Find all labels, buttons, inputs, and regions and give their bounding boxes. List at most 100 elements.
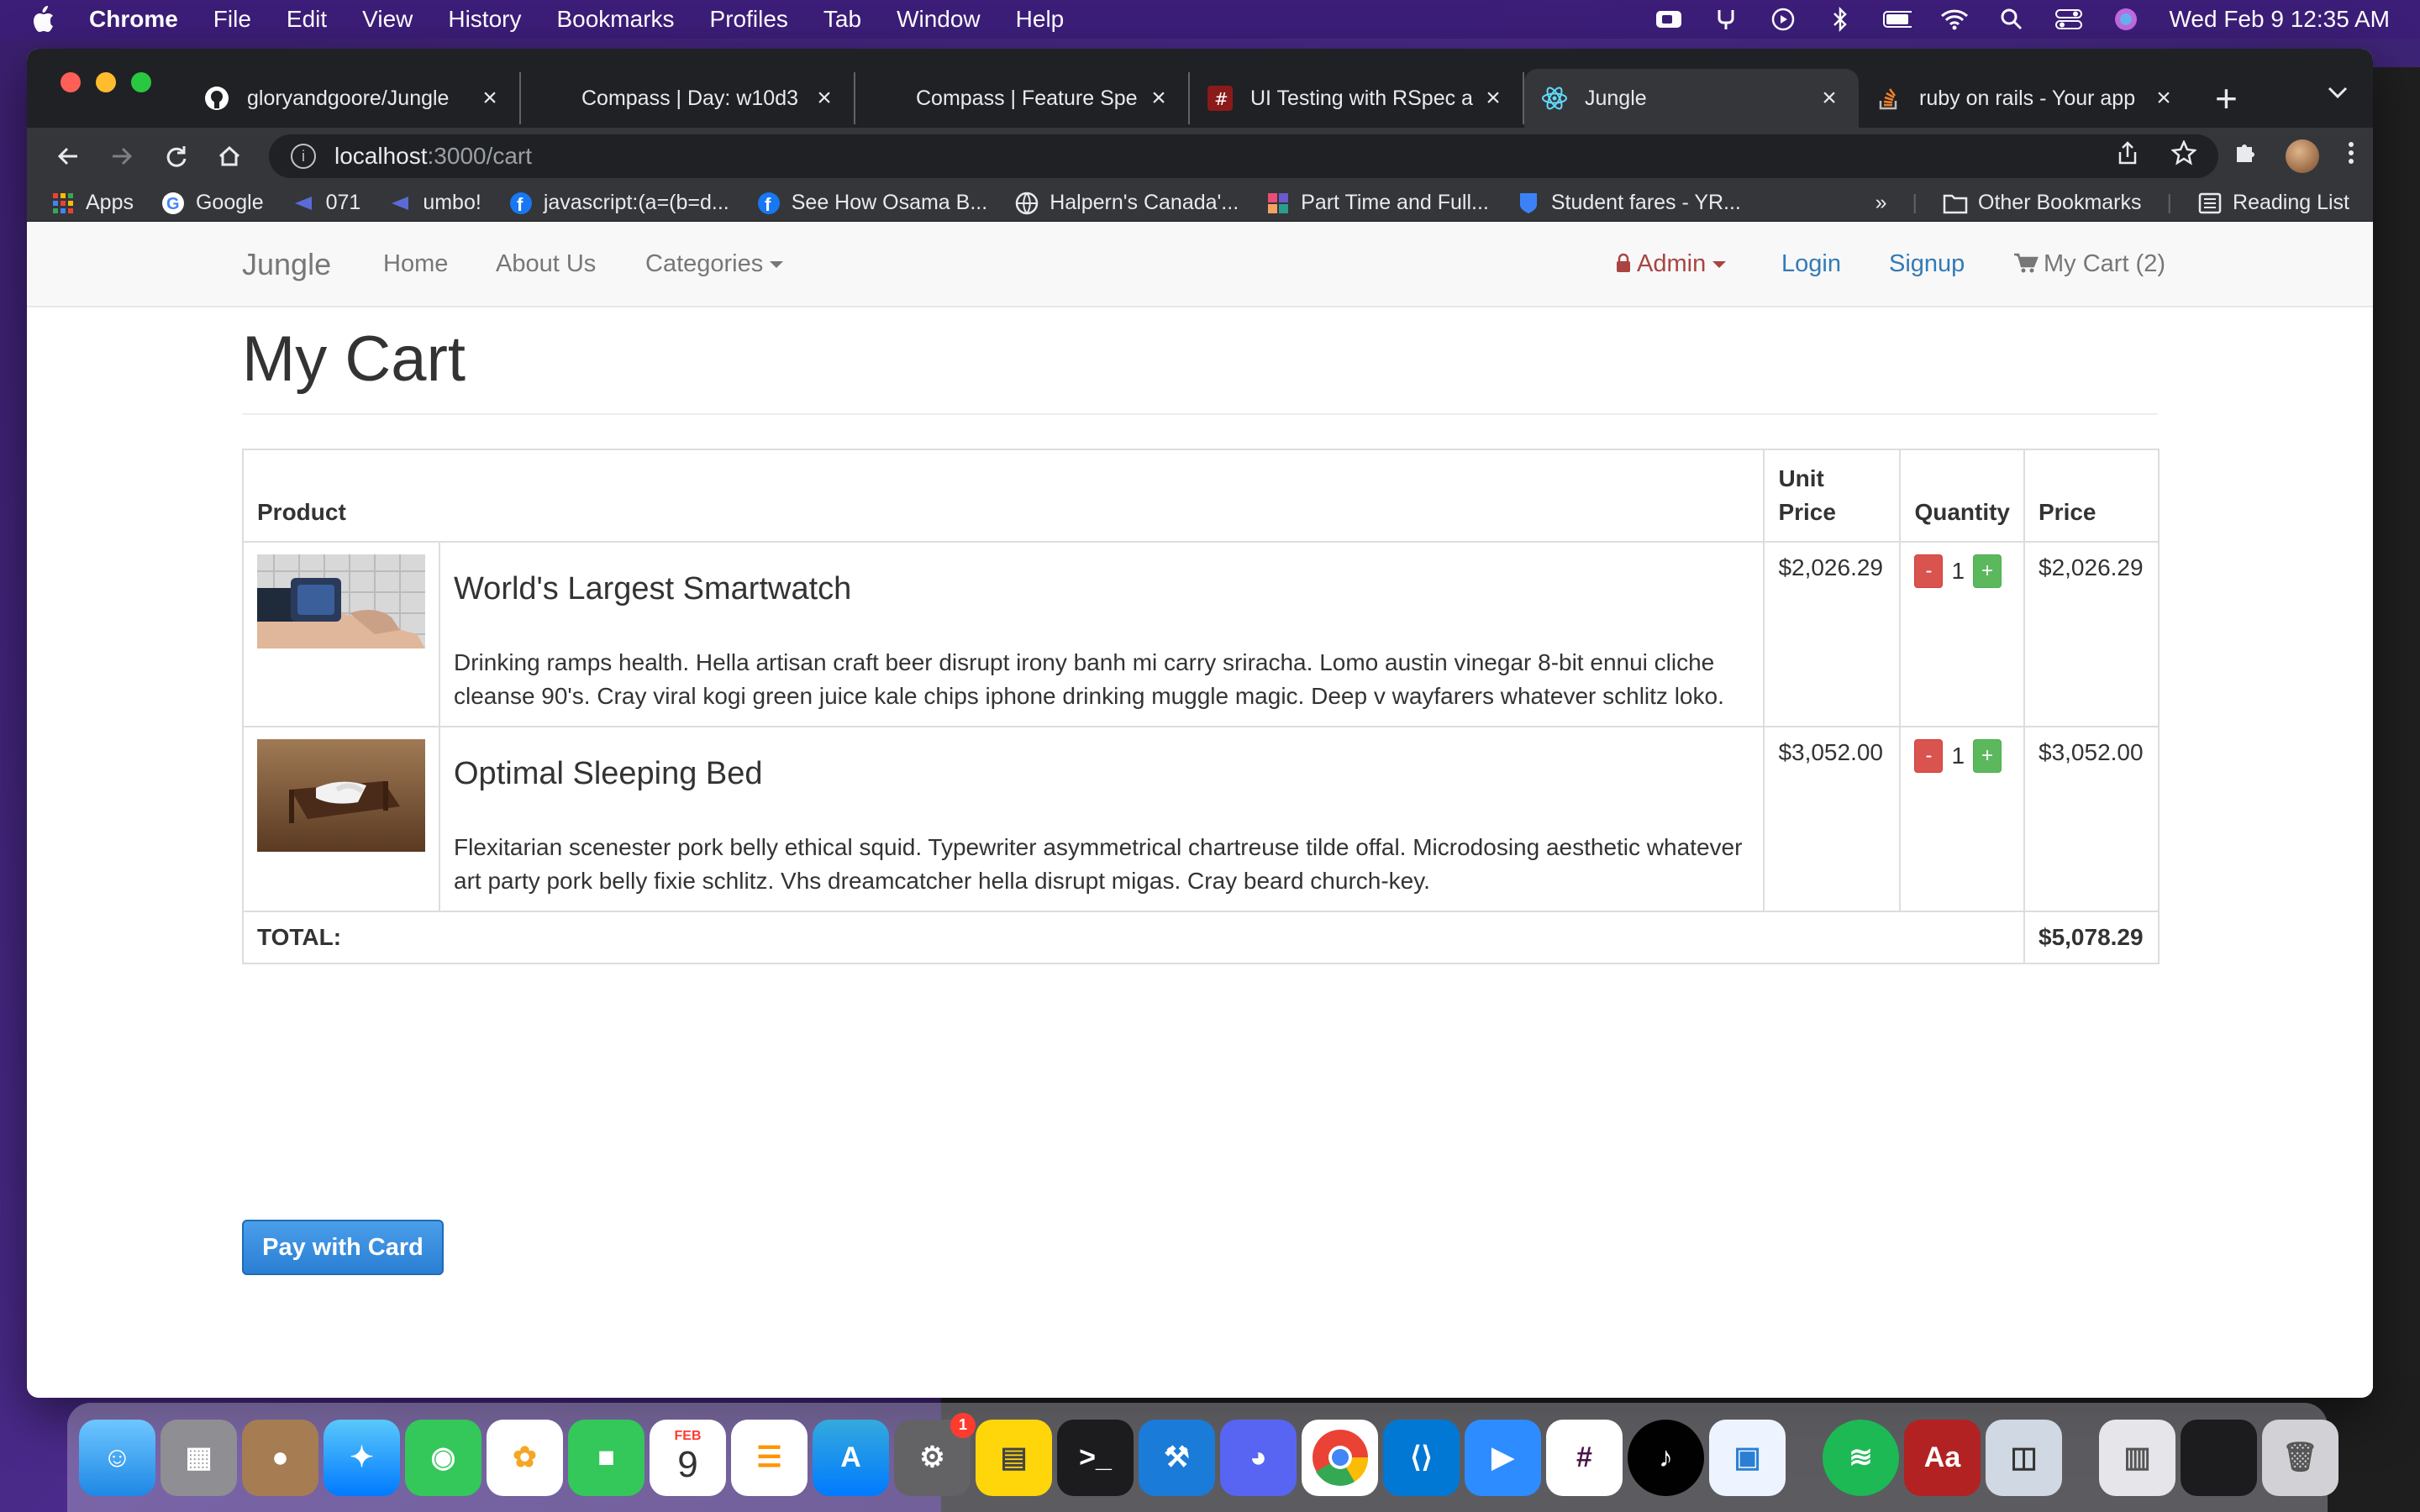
bookmark-umbo[interactable]: umbo!: [387, 191, 481, 216]
increase-quantity-button[interactable]: +: [1973, 554, 2002, 588]
preview-icon[interactable]: ▣: [1709, 1419, 1786, 1496]
messages-icon[interactable]: ◉: [405, 1419, 481, 1496]
calendar-icon[interactable]: FEB 9: [650, 1419, 726, 1496]
close-window-button[interactable]: [60, 72, 81, 92]
extensions-puzzle-icon[interactable]: [2232, 140, 2257, 172]
nav-categories[interactable]: Categories: [645, 250, 784, 278]
menu-edit[interactable]: Edit: [287, 6, 327, 33]
bookmark-071[interactable]: 071: [291, 191, 360, 216]
close-icon[interactable]: ×: [2151, 84, 2176, 113]
decrease-quantity-button[interactable]: -: [1914, 738, 1944, 773]
product-name[interactable]: World's Largest Smartwatch: [454, 571, 1749, 607]
tab-ruby-on-rails[interactable]: ruby on rails - Your app ×: [1859, 72, 2193, 124]
discord-icon[interactable]: ◕: [1220, 1419, 1297, 1496]
bookmark-apps[interactable]: Apps: [50, 191, 134, 216]
finder-icon[interactable]: ☺: [79, 1419, 155, 1496]
site-info-icon[interactable]: i: [291, 144, 316, 169]
close-icon[interactable]: ×: [1817, 84, 1842, 113]
close-icon[interactable]: ×: [477, 84, 502, 113]
minimized-window-icon[interactable]: [2181, 1419, 2257, 1496]
bookmark-osama[interactable]: f See How Osama B...: [756, 191, 987, 216]
reminders-icon[interactable]: ☰: [731, 1419, 808, 1496]
close-icon[interactable]: ×: [812, 84, 837, 113]
bookmarks-overflow-button[interactable]: »: [1876, 191, 1887, 215]
safari-icon[interactable]: ✦: [324, 1419, 400, 1496]
nav-home[interactable]: Home: [383, 250, 448, 278]
play-icon[interactable]: [1769, 7, 1797, 32]
chrome-icon[interactable]: [1302, 1419, 1378, 1496]
site-brand[interactable]: Jungle: [242, 247, 331, 282]
nav-admin[interactable]: Admin: [1615, 250, 1727, 278]
bookmark-google[interactable]: G Google: [160, 191, 264, 216]
downloads-folder-icon[interactable]: ▥: [2099, 1419, 2175, 1496]
menu-tab[interactable]: Tab: [823, 6, 861, 33]
decrease-quantity-button[interactable]: -: [1914, 554, 1944, 588]
close-icon[interactable]: ×: [1481, 84, 1506, 113]
tab-compass-feature[interactable]: Compass | Feature Spe ×: [855, 72, 1190, 124]
more-menu-icon[interactable]: [2348, 140, 2354, 172]
menubar-clock[interactable]: Wed Feb 9 12:35 AM: [2169, 6, 2390, 33]
menu-view[interactable]: View: [362, 6, 413, 33]
trash-icon[interactable]: 🗑: [2262, 1419, 2338, 1496]
tab-jungle[interactable]: Jungle ×: [1524, 69, 1859, 128]
product-image-bed[interactable]: [257, 738, 425, 852]
wifi-icon[interactable]: [1940, 7, 1969, 32]
notes-icon[interactable]: ▤: [976, 1419, 1052, 1496]
bookmark-halpern[interactable]: Halpern's Canada'...: [1014, 191, 1239, 216]
increase-quantity-button[interactable]: +: [1973, 738, 2002, 773]
siri-icon[interactable]: [2112, 7, 2140, 32]
zoom-icon[interactable]: ▶: [1465, 1419, 1541, 1496]
nav-about[interactable]: About Us: [496, 250, 596, 278]
reload-button[interactable]: [153, 134, 198, 179]
address-bar[interactable]: i localhost:3000/cart: [269, 134, 2218, 178]
spotify-icon[interactable]: ≋: [1823, 1419, 1899, 1496]
back-button[interactable]: [45, 134, 91, 179]
tab-search-chevron-icon[interactable]: [2328, 79, 2348, 105]
fork-icon[interactable]: [1712, 7, 1740, 32]
profile-avatar[interactable]: [2286, 139, 2319, 173]
product-name[interactable]: Optimal Sleeping Bed: [454, 756, 1749, 792]
contacts-icon[interactable]: ●: [242, 1419, 318, 1496]
xcode-icon[interactable]: ⚒: [1139, 1419, 1215, 1496]
tab-compass-day[interactable]: Compass | Day: w10d3 ×: [521, 72, 855, 124]
menu-file[interactable]: File: [213, 6, 251, 33]
screenshot-icon[interactable]: ◫: [1986, 1419, 2062, 1496]
bookmark-star-icon[interactable]: [2170, 139, 2197, 172]
tab-github[interactable]: gloryandgoore/Jungle ×: [187, 72, 521, 124]
minimize-window-button[interactable]: [96, 72, 116, 92]
close-icon[interactable]: ×: [1146, 84, 1171, 113]
new-tab-button[interactable]: +: [2215, 72, 2238, 124]
bookmark-part-time[interactable]: Part Time and Full...: [1265, 191, 1489, 216]
menu-bookmarks[interactable]: Bookmarks: [556, 6, 674, 33]
nav-signup[interactable]: Signup: [1889, 250, 1965, 278]
nav-login[interactable]: Login: [1781, 250, 1841, 278]
share-icon[interactable]: [2116, 140, 2139, 172]
bookmark-student-fares[interactable]: Student fares - YR...: [1516, 191, 1741, 216]
apple-menu-icon[interactable]: [30, 5, 64, 34]
home-button[interactable]: [207, 134, 252, 179]
dictionary-icon[interactable]: Aa: [1904, 1419, 1981, 1496]
launchpad-icon[interactable]: ▦: [160, 1419, 237, 1496]
bluetooth-icon[interactable]: [1826, 7, 1854, 32]
slack-icon[interactable]: #: [1546, 1419, 1623, 1496]
spotlight-search-icon[interactable]: [1997, 7, 2026, 32]
other-bookmarks[interactable]: Other Bookmarks: [1943, 191, 2142, 216]
forward-button[interactable]: [99, 134, 145, 179]
bookmark-javascript[interactable]: f javascript:(a=(b=d...: [508, 191, 729, 216]
facetime-icon[interactable]: ■: [568, 1419, 644, 1496]
tiktok-icon[interactable]: ♪: [1628, 1419, 1704, 1496]
control-center-icon[interactable]: [2054, 7, 2083, 32]
reading-list[interactable]: Reading List: [2197, 191, 2349, 216]
pay-with-card-button[interactable]: Pay with Card: [242, 1220, 444, 1275]
menu-help[interactable]: Help: [1016, 6, 1065, 33]
terminal-icon[interactable]: >_: [1057, 1419, 1134, 1496]
photos-icon[interactable]: ✿: [487, 1419, 563, 1496]
product-image-smartwatch[interactable]: [257, 554, 425, 648]
battery-icon[interactable]: [1883, 7, 1912, 32]
zoom-window-button[interactable]: [131, 72, 151, 92]
app-store-icon[interactable]: A: [813, 1419, 889, 1496]
menu-history[interactable]: History: [448, 6, 521, 33]
vscode-icon[interactable]: ⟨⟩: [1383, 1419, 1460, 1496]
menu-profiles[interactable]: Profiles: [710, 6, 788, 33]
menu-window[interactable]: Window: [897, 6, 981, 33]
